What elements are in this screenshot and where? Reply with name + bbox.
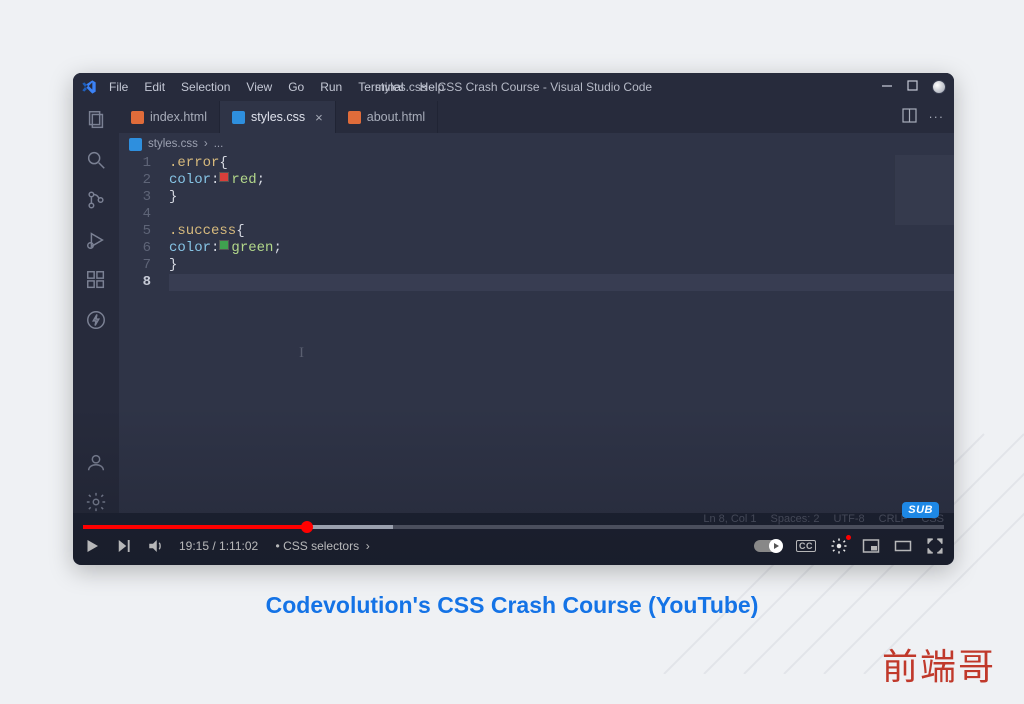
settings-button[interactable] bbox=[830, 537, 848, 555]
menu-help[interactable]: Help bbox=[414, 78, 451, 96]
video-controls: 19:15 / 1:11:02 • CSS selectors › CC bbox=[73, 529, 954, 565]
menu-terminal[interactable]: Terminal bbox=[352, 78, 409, 96]
explorer-icon[interactable] bbox=[85, 109, 107, 131]
close-tab-icon[interactable]: × bbox=[315, 110, 323, 125]
color-swatch bbox=[219, 240, 229, 250]
video-frame: FileEditSelectionViewGoRunTerminal Help s… bbox=[73, 73, 954, 565]
menu-view[interactable]: View bbox=[240, 78, 278, 96]
css-file-icon bbox=[232, 111, 245, 124]
html-file-icon bbox=[131, 111, 144, 124]
subtitle-badge[interactable]: SUB bbox=[902, 502, 939, 518]
video-progress-bar[interactable] bbox=[83, 525, 944, 529]
next-button[interactable] bbox=[115, 537, 133, 555]
code-line[interactable] bbox=[169, 274, 954, 291]
menu-file[interactable]: File bbox=[103, 78, 134, 96]
account-icon[interactable] bbox=[85, 451, 107, 473]
status-item[interactable]: UTF-8 bbox=[833, 513, 864, 525]
breadcrumb-rest: ... bbox=[214, 138, 224, 150]
progress-scrubber[interactable] bbox=[301, 521, 313, 533]
menu-edit[interactable]: Edit bbox=[138, 78, 171, 96]
code-body[interactable]: .error { color: red; } .success { color:… bbox=[169, 155, 954, 513]
text-cursor-icon: I bbox=[299, 345, 304, 362]
tab-label: about.html bbox=[367, 110, 425, 124]
tab-styles-css[interactable]: styles.css × bbox=[220, 101, 336, 133]
menu-run[interactable]: Run bbox=[314, 78, 348, 96]
minimap[interactable] bbox=[894, 155, 954, 225]
fullscreen-button[interactable] bbox=[926, 537, 944, 555]
html-file-icon bbox=[348, 111, 361, 124]
split-editor-icon[interactable] bbox=[902, 108, 917, 126]
play-button[interactable] bbox=[83, 537, 101, 555]
run-debug-icon[interactable] bbox=[85, 229, 107, 251]
volume-button[interactable] bbox=[147, 537, 165, 555]
captions-button[interactable]: CC bbox=[796, 540, 816, 552]
watermark-text: 前端哥 bbox=[882, 638, 996, 690]
status-item[interactable]: Ln 8, Col 1 bbox=[703, 513, 756, 525]
vscode-titlebar: FileEditSelectionViewGoRunTerminalHelp s… bbox=[73, 73, 954, 101]
menu-selection[interactable]: Selection bbox=[175, 78, 236, 96]
source-control-icon[interactable] bbox=[85, 189, 107, 211]
code-line[interactable]: } bbox=[169, 257, 954, 274]
autoplay-toggle[interactable] bbox=[754, 540, 782, 552]
code-line[interactable]: color: green; bbox=[169, 240, 954, 257]
code-editor[interactable]: 12345678 .error { color: red; } .success… bbox=[119, 155, 954, 513]
tab-label: index.html bbox=[150, 110, 207, 124]
vscode-statusbar: Ln 8, Col 1Spaces: 2UTF-8CRLFCSS bbox=[73, 513, 954, 525]
thunder-icon[interactable] bbox=[85, 309, 107, 331]
chapter-label[interactable]: • CSS selectors › bbox=[272, 539, 370, 553]
video-time: 19:15 / 1:11:02 bbox=[179, 539, 258, 553]
line-gutter: 12345678 bbox=[119, 155, 169, 513]
code-line[interactable]: color: red; bbox=[169, 172, 954, 189]
window-close-icon[interactable] bbox=[932, 80, 946, 94]
status-item[interactable]: Spaces: 2 bbox=[771, 513, 820, 525]
extensions-icon[interactable] bbox=[85, 269, 107, 291]
menu-go[interactable]: Go bbox=[282, 78, 310, 96]
settings-gear-icon[interactable] bbox=[85, 491, 107, 513]
activity-bar bbox=[73, 101, 119, 513]
menu-bar: FileEditSelectionViewGoRunTerminal Help bbox=[103, 78, 450, 96]
breadcrumb-separator: › bbox=[204, 138, 208, 150]
figure-caption: Codevolution's CSS Crash Course (YouTube… bbox=[0, 592, 1024, 619]
breadcrumb[interactable]: styles.css › ... bbox=[119, 133, 954, 155]
tab-about-html[interactable]: about.html bbox=[336, 101, 438, 133]
vscode-logo-icon bbox=[81, 79, 97, 95]
color-swatch bbox=[219, 172, 229, 182]
theater-button[interactable] bbox=[894, 537, 912, 555]
more-actions-icon[interactable]: ··· bbox=[929, 110, 945, 124]
editor-tabs: index.html styles.css × about.html ··· bbox=[119, 101, 954, 133]
window-maximize-icon[interactable] bbox=[907, 80, 918, 94]
played-segment bbox=[83, 525, 307, 529]
search-icon[interactable] bbox=[85, 149, 107, 171]
code-line[interactable]: .success { bbox=[169, 223, 954, 240]
window-minimize-icon[interactable] bbox=[881, 80, 893, 95]
miniplayer-button[interactable] bbox=[862, 537, 880, 555]
tab-label: styles.css bbox=[251, 110, 305, 124]
code-line[interactable]: .error { bbox=[169, 155, 954, 172]
css-file-icon bbox=[129, 138, 142, 151]
code-line[interactable]: } bbox=[169, 189, 954, 206]
tab-index-html[interactable]: index.html bbox=[119, 101, 220, 133]
code-line[interactable] bbox=[169, 206, 954, 223]
breadcrumb-file: styles.css bbox=[148, 138, 198, 150]
